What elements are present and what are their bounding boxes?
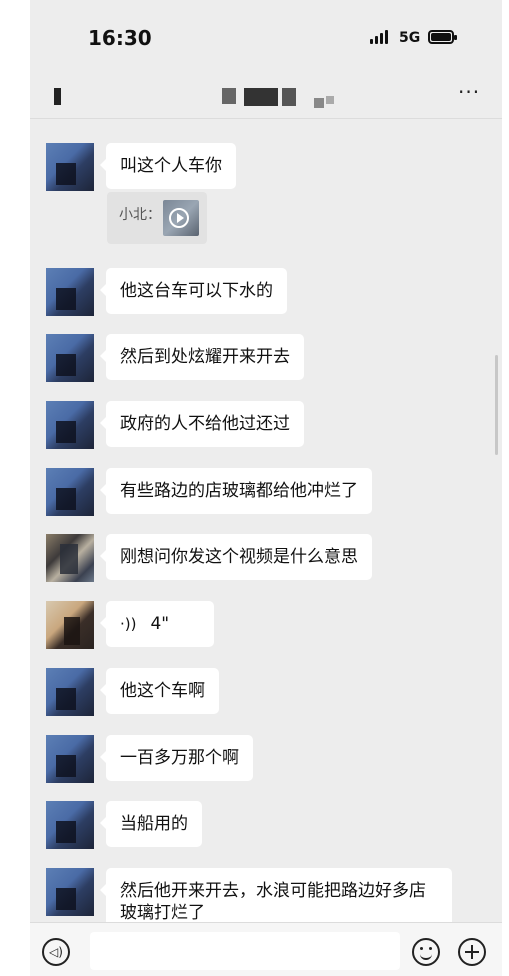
input-bar: ◁) xyxy=(30,922,502,976)
avatar[interactable] xyxy=(46,668,94,716)
avatar[interactable] xyxy=(46,143,94,191)
avatar[interactable] xyxy=(46,601,94,649)
message-bubble[interactable]: 然后到处炫耀开来开去 xyxy=(100,334,304,380)
message-bubble[interactable]: 叫这个人车你 xyxy=(100,143,236,189)
emoji-icon[interactable] xyxy=(412,938,440,966)
back-button[interactable] xyxy=(54,88,61,105)
battery-icon xyxy=(428,30,457,44)
avatar[interactable] xyxy=(46,401,94,449)
network-type: 5G xyxy=(399,30,421,46)
avatar[interactable] xyxy=(46,534,94,582)
avatar[interactable] xyxy=(46,735,94,783)
status-time: 16:30 xyxy=(88,26,152,50)
avatar[interactable] xyxy=(46,468,94,516)
voice-message-bubble[interactable]: ·)) 4" xyxy=(100,601,214,647)
message-bubble[interactable]: 当船用的 xyxy=(100,801,202,847)
scrollbar[interactable] xyxy=(495,355,498,455)
voice-wave-icon: ·)) xyxy=(120,615,137,633)
quoted-message[interactable]: 小北： xyxy=(107,192,207,244)
avatar[interactable] xyxy=(46,334,94,382)
chat-screen: 16:30 5G ··· 叫这个人车你 小北： 他这台车可以下水的 然后到处炫耀… xyxy=(30,0,502,976)
message-bubble[interactable]: 一百多万那个啊 xyxy=(100,735,253,781)
avatar[interactable] xyxy=(46,868,94,916)
message-bubble[interactable]: 政府的人不给他过还过 xyxy=(100,401,304,447)
avatar[interactable] xyxy=(46,801,94,849)
voice-mode-icon[interactable]: ◁) xyxy=(42,938,70,966)
message-input[interactable] xyxy=(90,932,400,970)
status-bar: 16:30 5G xyxy=(30,0,502,70)
message-bubble[interactable]: 刚想问你发这个视频是什么意思 xyxy=(100,534,372,580)
message-bubble[interactable]: 他这个车啊 xyxy=(100,668,219,714)
message-bubble[interactable]: 有些路边的店玻璃都给他冲烂了 xyxy=(100,468,372,514)
video-play-icon xyxy=(169,208,189,228)
video-thumbnail[interactable] xyxy=(163,200,199,236)
chat-header: ··· xyxy=(30,70,502,119)
message-bubble[interactable]: 他这台车可以下水的 xyxy=(100,268,287,314)
more-dots-icon[interactable]: ··· xyxy=(458,80,480,104)
add-more-icon[interactable] xyxy=(458,938,486,966)
quote-sender: 小北： xyxy=(119,207,161,223)
avatar[interactable] xyxy=(46,268,94,316)
voice-duration: 4" xyxy=(150,614,170,634)
